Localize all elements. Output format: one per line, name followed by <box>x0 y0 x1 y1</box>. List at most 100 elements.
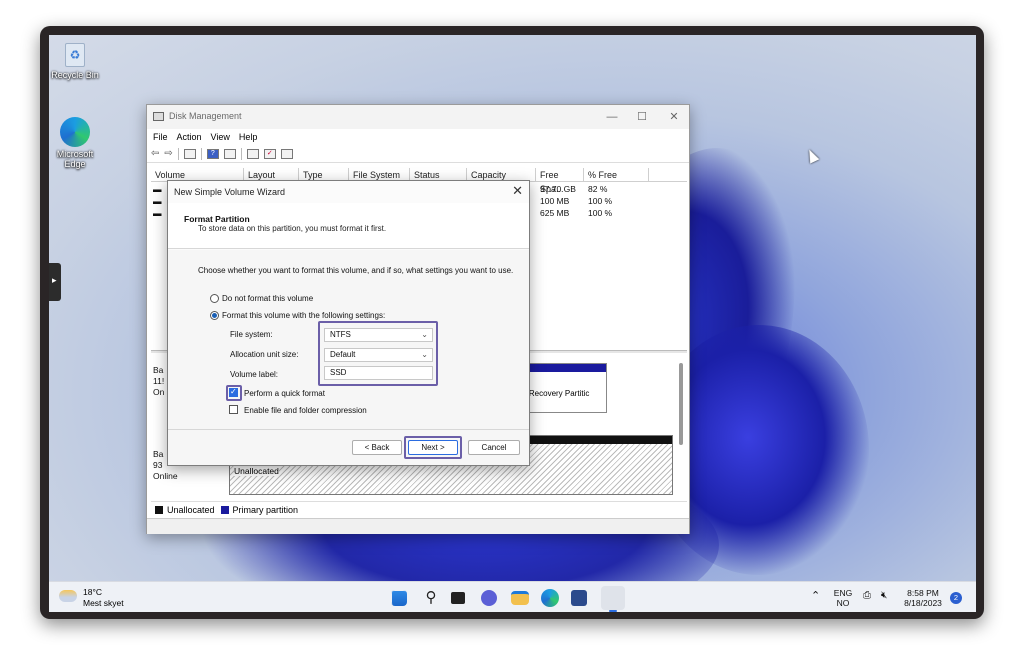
quick-format-checkbox[interactable] <box>229 387 238 397</box>
volume-row-icon: ▬ <box>153 196 162 206</box>
wizard-body: Choose whether you want to format this v… <box>168 250 529 429</box>
wizard-close-icon[interactable]: ✕ <box>512 183 523 199</box>
title-bar[interactable]: Disk Management — ☐ ✕ <box>147 105 689 129</box>
language-bottom: NO <box>836 598 850 608</box>
properties-icon[interactable] <box>223 148 236 159</box>
taskbar: 18°C Mest skyet ⚲ ⌃ ENG NO ⎙ 🔇︎ 8:58 PM … <box>49 581 976 612</box>
weather-temp: 18°C <box>83 587 102 597</box>
unallocated-label: Unallocated <box>234 466 279 476</box>
radio-no-format[interactable] <box>210 294 219 303</box>
volume-row-pct[interactable]: 82 % <box>588 184 607 194</box>
disk1-label-line: Online <box>153 471 178 481</box>
menu-bar: File Action View Help <box>147 129 689 145</box>
desktop: ♻ Recycle Bin Microsoft Edge ▸ Disk Mana… <box>49 35 976 612</box>
menu-view[interactable]: View <box>211 129 230 145</box>
volume-row-free[interactable]: 97.70 GB <box>540 184 576 194</box>
wizard-header: Format Partition To store data on this p… <box>168 203 529 249</box>
side-panel-handle[interactable]: ▸ <box>49 263 61 301</box>
mouse-cursor <box>804 147 820 164</box>
status-bar <box>147 518 689 534</box>
allocation-size-label: Allocation unit size: <box>230 350 299 359</box>
wizard-title: New Simple Volume Wizard <box>174 187 286 197</box>
console-tree-icon[interactable] <box>183 148 196 159</box>
help-icon[interactable]: ? <box>206 148 219 159</box>
edge-label: Microsoft Edge <box>56 149 94 169</box>
tray-overflow-icon[interactable]: ⌃ <box>811 591 820 602</box>
primary-swatch <box>220 505 229 514</box>
edge-icon <box>60 117 90 147</box>
volume-row-icon: ▬ <box>153 208 162 218</box>
search-icon[interactable]: ⚲ <box>421 588 441 608</box>
back-button[interactable]: < Back <box>352 440 402 455</box>
unallocated-swatch <box>155 505 163 514</box>
task-view-icon[interactable] <box>451 592 465 604</box>
weather-desc: Mest skyet <box>83 598 124 608</box>
wizard-header-title: Format Partition <box>184 214 250 224</box>
recycle-bin-icon: ♻ <box>65 43 85 67</box>
new-simple-volume-wizard: New Simple Volume Wizard ✕ Format Partit… <box>167 180 530 466</box>
volume-muted-icon[interactable]: 🔇︎ <box>881 591 887 601</box>
menu-help[interactable]: Help <box>239 129 258 145</box>
radio-no-format-label[interactable]: Do not format this volume <box>222 294 313 303</box>
wizard-prompt: Choose whether you want to format this v… <box>198 266 514 275</box>
volume-row-free[interactable]: 625 MB <box>540 208 569 218</box>
volume-row-icon: ▬ <box>153 184 162 194</box>
legend-unallocated: Unallocated <box>167 504 215 515</box>
disk-management-icon <box>153 112 164 121</box>
forward-arrow-icon[interactable]: ⇨ <box>164 148 172 159</box>
highlight-next <box>404 436 462 459</box>
view-icon[interactable] <box>280 148 293 159</box>
network-icon[interactable]: ⎙ <box>863 591 871 601</box>
cancel-button[interactable]: Cancel <box>468 440 520 455</box>
close-button[interactable]: ✕ <box>663 109 685 125</box>
disk-management-taskbar-icon[interactable] <box>601 586 625 612</box>
edge-shortcut[interactable]: Microsoft Edge <box>49 117 101 169</box>
language-indicator[interactable]: ENG NO <box>831 588 855 608</box>
chevron-right-icon: ▸ <box>52 275 57 285</box>
back-arrow-icon[interactable]: ⇦ <box>151 148 159 159</box>
recycle-bin[interactable]: ♻ Recycle Bin <box>49 43 101 80</box>
legend-primary: Primary partition <box>232 504 299 515</box>
clock-date: 8/18/2023 <box>904 598 942 608</box>
radio-format-label[interactable]: Format this volume with the following se… <box>222 311 385 320</box>
weather-cloud-icon <box>59 590 77 602</box>
weather-widget[interactable]: 18°C Mest skyet <box>59 587 149 609</box>
notification-badge[interactable]: 2 <box>950 592 962 604</box>
legend: Unallocated Primary partition <box>151 501 687 517</box>
start-icon[interactable] <box>391 590 407 606</box>
file-explorer-icon[interactable] <box>511 591 529 605</box>
col-free-space[interactable]: Free Spa... <box>536 168 584 194</box>
toolbar-separator <box>240 147 242 160</box>
menu-file[interactable]: File <box>153 129 168 145</box>
minimize-button[interactable]: — <box>601 109 623 125</box>
toolbar-separator <box>200 147 202 160</box>
volume-row-pct[interactable]: 100 % <box>588 196 612 206</box>
recycle-bin-label: Recycle Bin <box>51 70 99 80</box>
highlight-format-settings <box>318 321 438 386</box>
vertical-scrollbar[interactable] <box>679 363 683 445</box>
wizard-footer: < Back Next > Cancel <box>168 429 529 465</box>
wizard-header-subtitle: To store data on this partition, you mus… <box>198 224 387 233</box>
toolbar-separator <box>177 147 179 160</box>
clock[interactable]: 8:58 PM 8/18/2023 <box>901 588 945 608</box>
volume-label-label: Volume label: <box>230 370 279 379</box>
menu-action[interactable]: Action <box>177 129 202 145</box>
volume-row-pct[interactable]: 100 % <box>588 208 612 218</box>
clock-time: 8:58 PM <box>907 588 939 598</box>
store-icon[interactable] <box>571 590 587 606</box>
volume-row-free[interactable]: 100 MB <box>540 196 569 206</box>
maximize-button[interactable]: ☐ <box>631 109 653 125</box>
window-title: Disk Management <box>169 111 242 121</box>
check-icon[interactable]: ✓ <box>263 148 276 159</box>
edge-taskbar-icon[interactable] <box>541 589 559 607</box>
language-top: ENG <box>833 588 853 598</box>
col-percent-free[interactable]: % Free <box>584 168 649 182</box>
toolbar: ⇦ ⇨ ? ✓ <box>147 145 689 163</box>
quick-format-label[interactable]: Perform a quick format <box>244 389 325 398</box>
radio-format[interactable] <box>210 311 219 320</box>
compression-label[interactable]: Enable file and folder compression <box>244 406 367 415</box>
compression-checkbox[interactable] <box>229 405 238 414</box>
chat-icon[interactable] <box>481 590 497 606</box>
active-indicator <box>609 610 617 612</box>
connect-icon[interactable] <box>246 148 259 159</box>
